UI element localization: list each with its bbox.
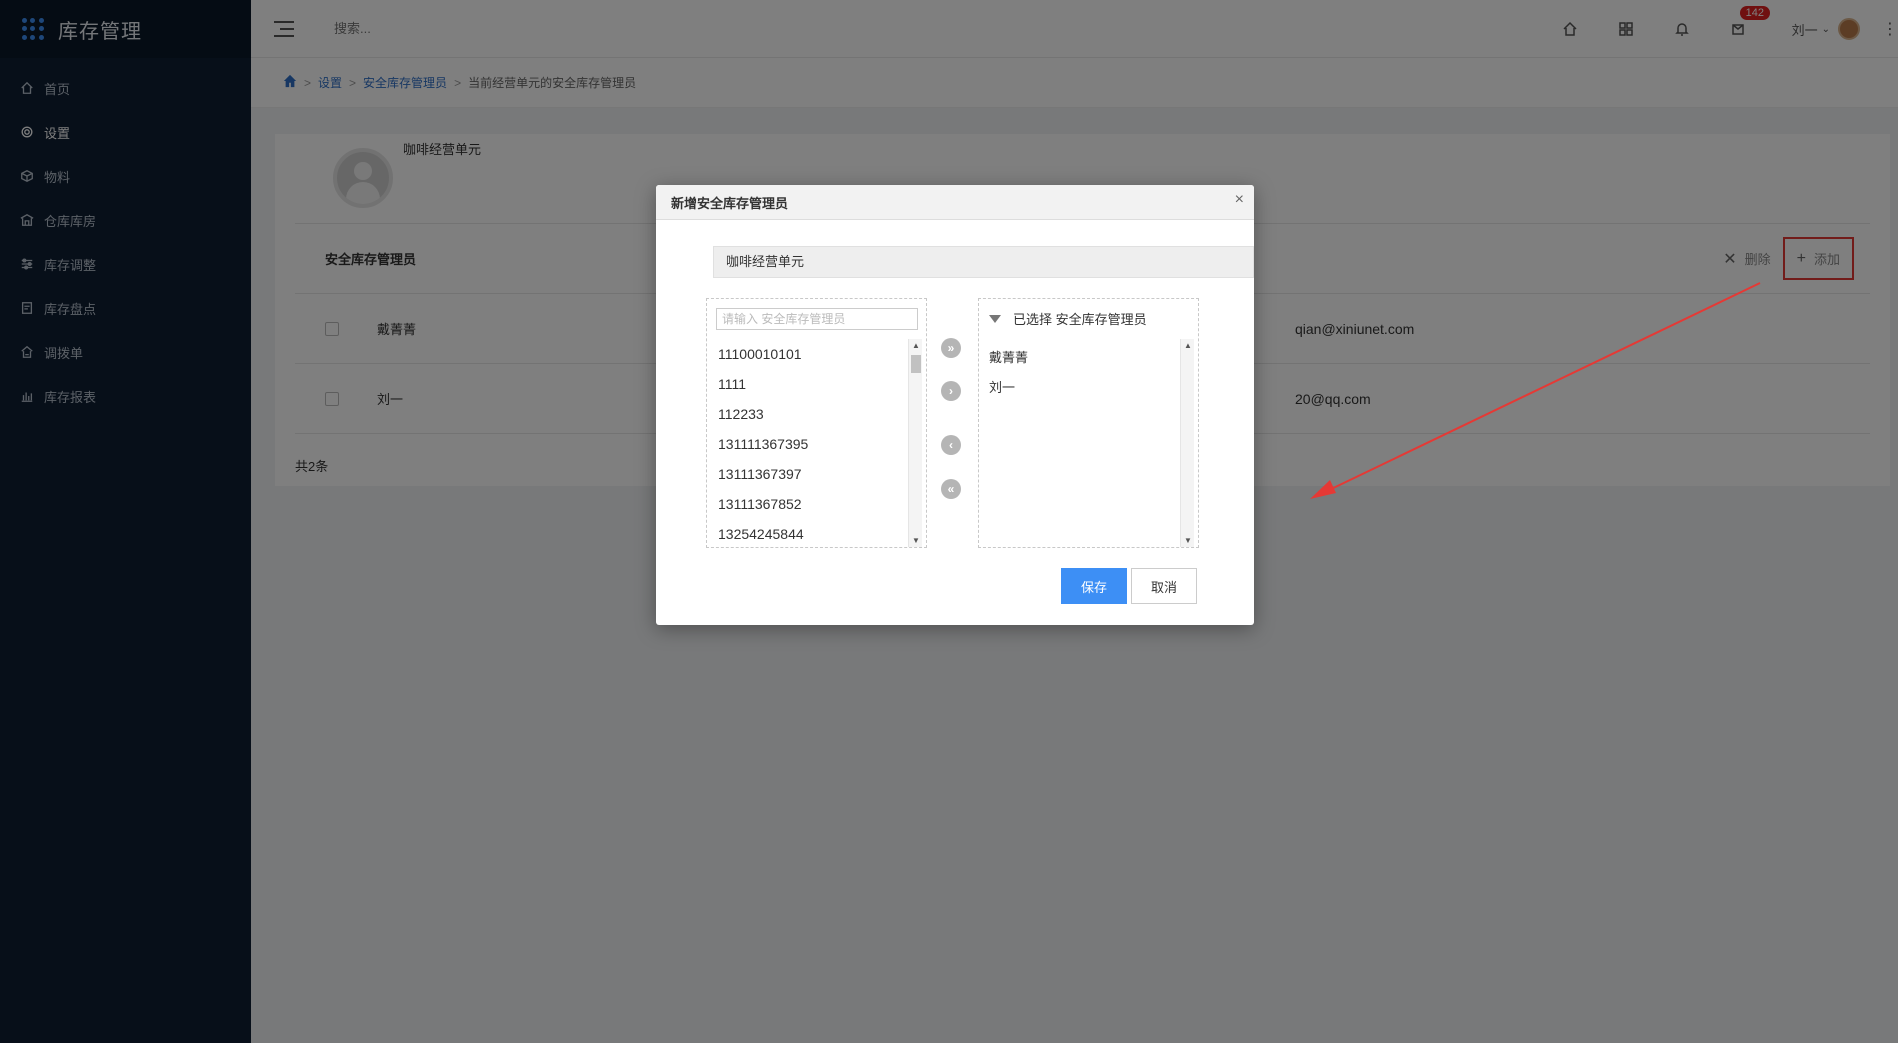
- close-icon[interactable]: ×: [1235, 191, 1244, 209]
- dialog-title: 新增安全库存管理员: [656, 185, 1254, 220]
- list-item[interactable]: 13111367397: [707, 459, 907, 489]
- add-admin-dialog: 新增安全库存管理员 × 咖啡经营单元 11100010101 1111 1122…: [656, 185, 1254, 625]
- selected-header[interactable]: 已选择 安全库存管理员: [989, 309, 1147, 328]
- list-item[interactable]: 131111367395: [707, 429, 907, 459]
- caret-down-icon: [989, 314, 1001, 323]
- scrollbar[interactable]: ▲ ▼: [908, 339, 922, 547]
- filter-input[interactable]: [716, 308, 918, 330]
- scroll-down-icon[interactable]: ▼: [912, 536, 920, 545]
- selected-list: 已选择 安全库存管理员 戴菁菁 刘一 ▲ ▼: [978, 298, 1199, 548]
- list-item[interactable]: 1111: [707, 369, 907, 399]
- scroll-thumb[interactable]: [911, 355, 921, 373]
- scroll-up-icon[interactable]: ▲: [1184, 341, 1192, 350]
- scrollbar[interactable]: ▲ ▼: [1180, 339, 1194, 547]
- list-item[interactable]: 112233: [707, 399, 907, 429]
- list-item[interactable]: 13254245844: [707, 519, 907, 549]
- move-all-right-button[interactable]: »: [941, 338, 961, 358]
- save-button[interactable]: 保存: [1061, 568, 1127, 604]
- option-list: 11100010101 1111 112233 131111367395 131…: [707, 339, 907, 549]
- selected-items: 戴菁菁 刘一: [979, 343, 1028, 403]
- available-list: 11100010101 1111 112233 131111367395 131…: [706, 298, 927, 548]
- list-item[interactable]: 13111367852: [707, 489, 907, 519]
- scroll-up-icon[interactable]: ▲: [912, 341, 920, 350]
- selected-header-label: 已选择 安全库存管理员: [1013, 312, 1147, 327]
- move-left-button[interactable]: ‹: [941, 435, 961, 455]
- list-item[interactable]: 戴菁菁: [979, 343, 1028, 373]
- unit-field: 咖啡经营单元: [713, 246, 1254, 278]
- cancel-button[interactable]: 取消: [1131, 568, 1197, 604]
- list-item[interactable]: 11100010101: [707, 339, 907, 369]
- scroll-down-icon[interactable]: ▼: [1184, 536, 1192, 545]
- move-right-button[interactable]: ›: [941, 381, 961, 401]
- move-all-left-button[interactable]: «: [941, 479, 961, 499]
- list-item[interactable]: 刘一: [979, 373, 1028, 403]
